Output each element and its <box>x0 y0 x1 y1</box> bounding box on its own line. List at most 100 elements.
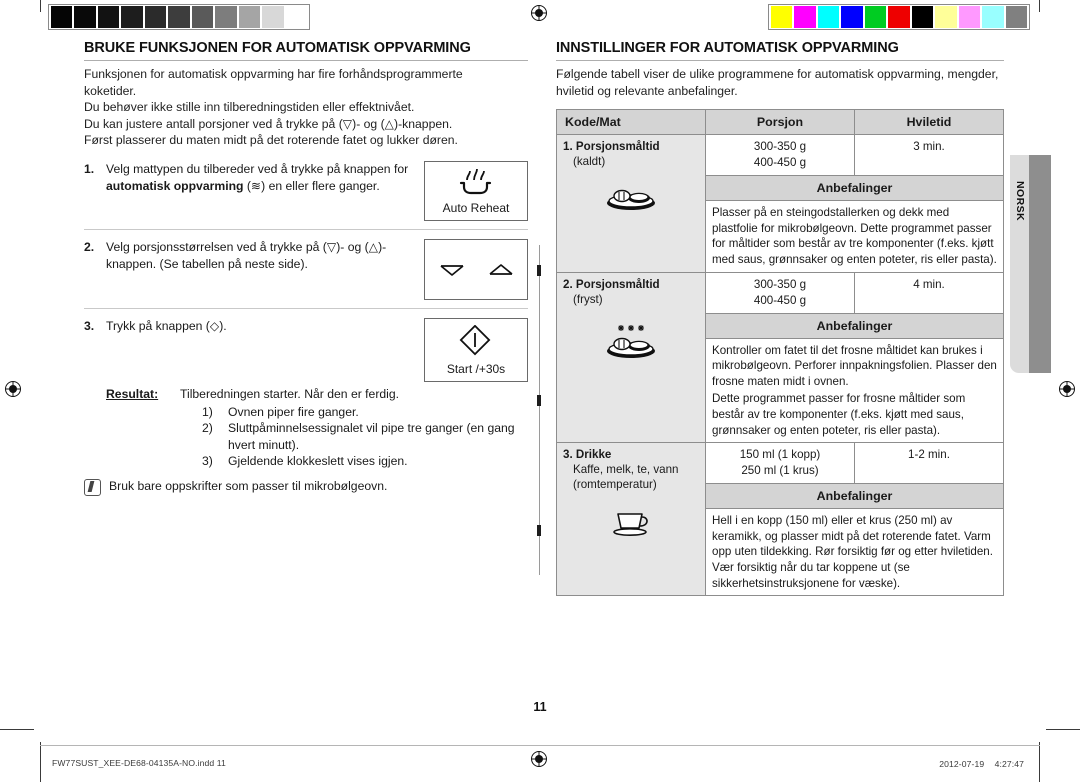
code-cell: 3. Drikke Kaffe, melk, te, vann (romtemp… <box>556 442 706 597</box>
gutter-tick <box>537 525 541 536</box>
chevron-up-icon[interactable] <box>488 263 514 277</box>
table-row: 1. Porsjonsmåltid (kaldt) 300-350 g 400-… <box>556 134 1004 273</box>
recommendation-body: Plasser på en steingodstallerken og dekk… <box>705 200 1004 273</box>
crop-mark <box>1046 729 1080 730</box>
recommendation-body: Hell i en kopp (150 ml) eller et krus (2… <box>705 508 1004 597</box>
footer-file-name: FW77SUST_XEE-DE68-04135A-NO.indd 11 <box>52 758 226 768</box>
portion-line: 150 ml (1 kopp) <box>739 448 821 462</box>
grayscale-patch <box>168 6 190 28</box>
table-header-row: Kode/Mat Porsjon Hviletid <box>556 109 1004 136</box>
column-header-code: Kode/Mat <box>556 109 706 136</box>
grayscale-patch <box>97 6 120 28</box>
food-icon-wrap <box>563 506 699 552</box>
right-column: INNSTILLINGER FOR AUTOMATISK OPPVARMING … <box>556 40 1004 597</box>
color-patch <box>888 6 910 28</box>
food-icon-wrap <box>563 321 699 367</box>
list-text: Sluttpåminnelsessignalet vil pipe tre ga… <box>228 421 515 452</box>
list-item: 2) Sluttpåminnelsessignalet vil pipe tre… <box>202 420 528 453</box>
recommendation-header: Anbefalinger <box>705 483 1004 510</box>
recommendation-header: Anbefalinger <box>705 312 1004 339</box>
rest-time-cell: 4 min. <box>854 271 1004 314</box>
list-marker: 1) <box>202 404 213 419</box>
code-title: 3. Drikke <box>563 448 612 462</box>
frozen-plate-of-food-icon <box>607 324 655 358</box>
list-text: Ovnen piper fire ganger. <box>228 404 359 419</box>
rest-time-cell: 1-2 min. <box>854 442 1004 485</box>
start-key[interactable]: Start /+30s <box>424 317 528 382</box>
right-section-title: INNSTILLINGER FOR AUTOMATISK OPPVARMING <box>556 40 1004 61</box>
portion-line: 400-450 g <box>753 293 807 307</box>
color-patch <box>958 6 981 28</box>
portion-line: 250 ml (1 krus) <box>741 464 819 478</box>
grayscale-patch <box>191 6 214 28</box>
gutter-tick <box>537 265 541 276</box>
recommendation-paragraph: Dette programmet passer for frosne målti… <box>712 392 966 437</box>
step-number: 2. <box>84 239 95 254</box>
step-text-bold: automatisk oppvarming <box>106 178 244 193</box>
color-patch <box>982 6 1004 28</box>
code-cell: 2. Porsjonsmåltid (fryst) <box>556 271 706 444</box>
step-text-after: (≋) en eller flere ganger. <box>243 178 380 193</box>
column-header-rest: Hviletid <box>854 109 1004 136</box>
food-icon-wrap <box>563 183 699 229</box>
footer-divider <box>40 745 1040 746</box>
grayscale-patch <box>74 6 96 28</box>
side-tab-norsk: NORSK <box>1010 155 1029 373</box>
color-patch <box>817 6 840 28</box>
start-diamond-icon <box>459 324 491 356</box>
page-number: 11 <box>533 700 547 714</box>
crop-mark <box>1039 742 1040 782</box>
result-block: Resultat: Tilberedningen starter. Når de… <box>84 386 528 403</box>
list-item: 3) Gjeldende klokkeslett vises igjen. <box>202 453 528 470</box>
auto-reheat-key[interactable]: Auto Reheat <box>424 160 528 221</box>
chevron-down-icon[interactable] <box>439 263 465 277</box>
list-text: Gjeldende klokkeslett vises igjen. <box>228 454 408 469</box>
code-sub: Kaffe, melk, te, vann (romtemperatur) <box>573 463 679 492</box>
recommendation-paragraph: Hell i en kopp (150 ml) eller et krus (2… <box>712 514 993 590</box>
result-sub-list: 1) Ovnen piper fire ganger. 2) Sluttpåmi… <box>84 404 528 470</box>
list-marker: 2) <box>202 421 213 436</box>
grayscale-patch <box>51 6 73 28</box>
step-3: 3. Trykk på knappen (◇). Start /+30s <box>84 307 528 382</box>
color-patch <box>771 6 793 28</box>
grayscale-patch <box>262 6 284 28</box>
step-text-before: Velg mattypen du tilbereder ved å trykke… <box>106 161 409 176</box>
recommendation-body: Kontroller om fatet til det frosne målti… <box>705 337 1004 444</box>
registration-mark-icon <box>528 2 550 24</box>
crop-mark <box>40 0 41 12</box>
intro-line: Du behøver ikke stille inn tilberednings… <box>84 100 415 115</box>
left-column: BRUKE FUNKSJONEN FOR AUTOMATISK OPPVARMI… <box>84 40 528 496</box>
step-1: 1. Velg mattypen du tilbereder ved å try… <box>84 149 528 221</box>
left-intro-paragraph: Funksjonen for automatisk oppvarming har… <box>84 66 528 149</box>
cup-of-coffee-icon <box>613 513 648 537</box>
list-item: 1) Ovnen piper fire ganger. <box>202 404 528 421</box>
step-number: 1. <box>84 161 95 176</box>
auto-reheat-icon <box>459 168 492 195</box>
portion-arrow-keys[interactable] <box>424 238 528 300</box>
crop-mark <box>1039 0 1040 12</box>
grayscale-patch <box>215 6 237 28</box>
auto-reheat-key-label: Auto Reheat <box>442 200 510 215</box>
start-key-label: Start /+30s <box>446 361 506 376</box>
recommendation-paragraph: Plasser på en steingodstallerken og dekk… <box>712 206 997 266</box>
left-section-title: BRUKE FUNKSJONEN FOR AUTOMATISK OPPVARMI… <box>84 40 528 61</box>
crop-mark <box>0 729 34 730</box>
plate-of-food-icon <box>607 189 655 211</box>
recommendation-paragraph: Kontroller om fatet til det frosne målti… <box>712 343 997 388</box>
code-title: 2. Porsjonsmåltid <box>563 277 660 291</box>
list-marker: 3) <box>202 454 213 469</box>
grayscale-calibration-strip <box>48 4 310 30</box>
table-row: 3. Drikke Kaffe, melk, te, vann (romtemp… <box>556 442 1004 597</box>
crop-mark <box>40 742 41 782</box>
color-patch <box>794 6 816 28</box>
registration-mark-icon <box>528 748 550 770</box>
table-row: 2. Porsjonsmåltid (fryst) 300-350 g 400-… <box>556 271 1004 444</box>
step-number: 3. <box>84 318 95 333</box>
step-2: 2. Velg porsjonsstørrelsen ved å trykke … <box>84 228 528 300</box>
code-sub: (fryst) <box>573 292 603 306</box>
side-tab-label: NORSK <box>1013 181 1026 221</box>
note-pencil-icon <box>84 478 101 496</box>
color-patch <box>911 6 934 28</box>
code-sub: (kaldt) <box>573 155 606 169</box>
recommendation-header: Anbefalinger <box>705 175 1004 202</box>
